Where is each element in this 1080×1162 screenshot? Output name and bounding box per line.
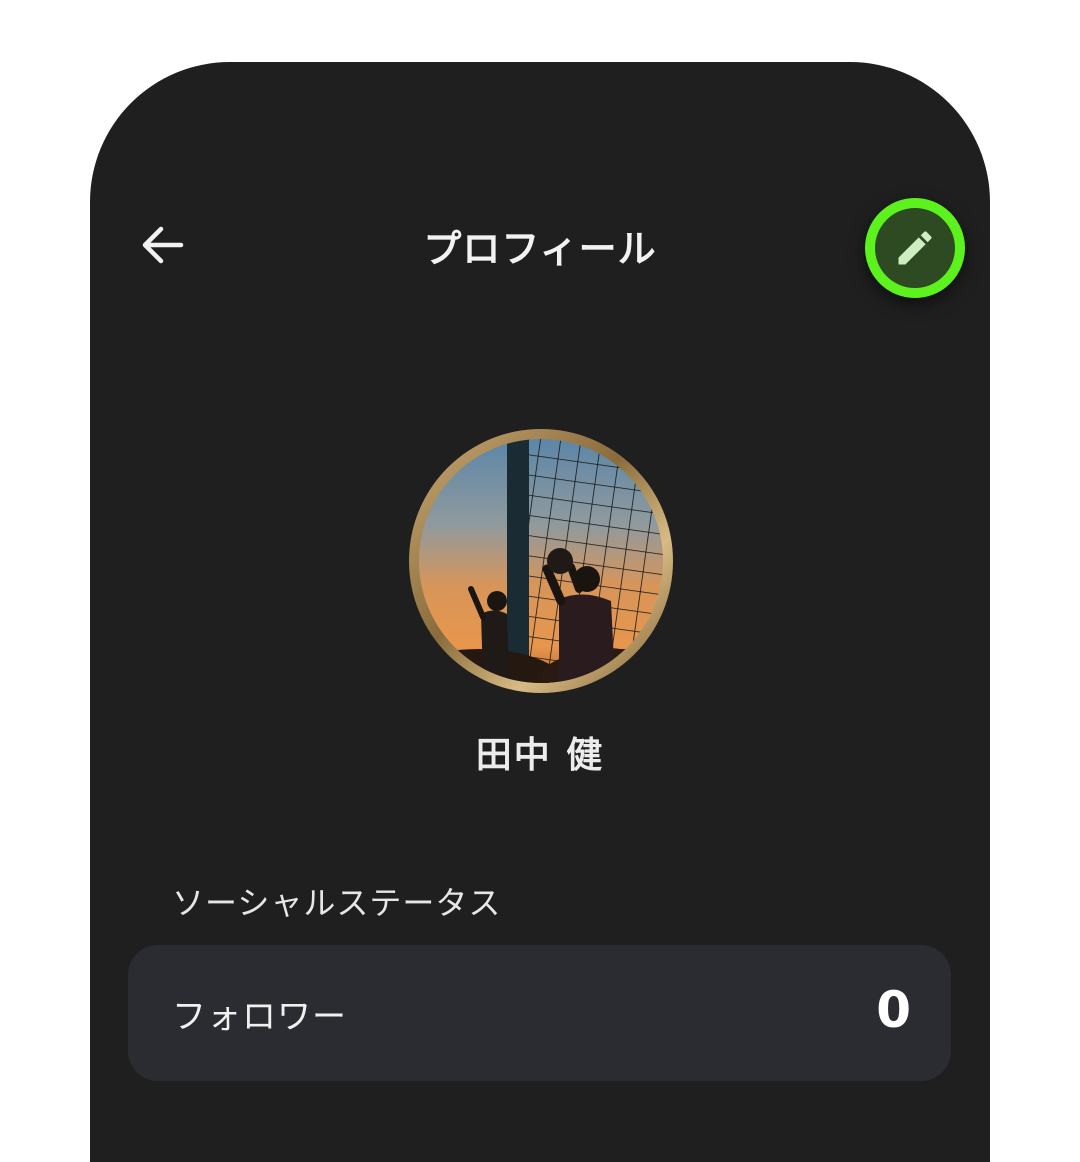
followers-card[interactable]: フォロワー 0 <box>128 945 951 1081</box>
avatar-photo <box>419 439 663 683</box>
avatar[interactable] <box>409 429 673 693</box>
user-name: 田中 健 <box>475 735 605 776</box>
followers-label: フォロワー <box>172 997 347 1037</box>
profile-screen: プロフィール 田中 健 ソーシャルステータス フォロワー 0 <box>90 62 990 1162</box>
edit-profile-button[interactable] <box>865 198 965 298</box>
followers-count: 0 <box>876 981 911 1039</box>
section-title-social-status: ソーシャルステータス <box>172 884 502 922</box>
page-title: プロフィール <box>423 227 657 271</box>
pencil-icon <box>898 231 932 265</box>
